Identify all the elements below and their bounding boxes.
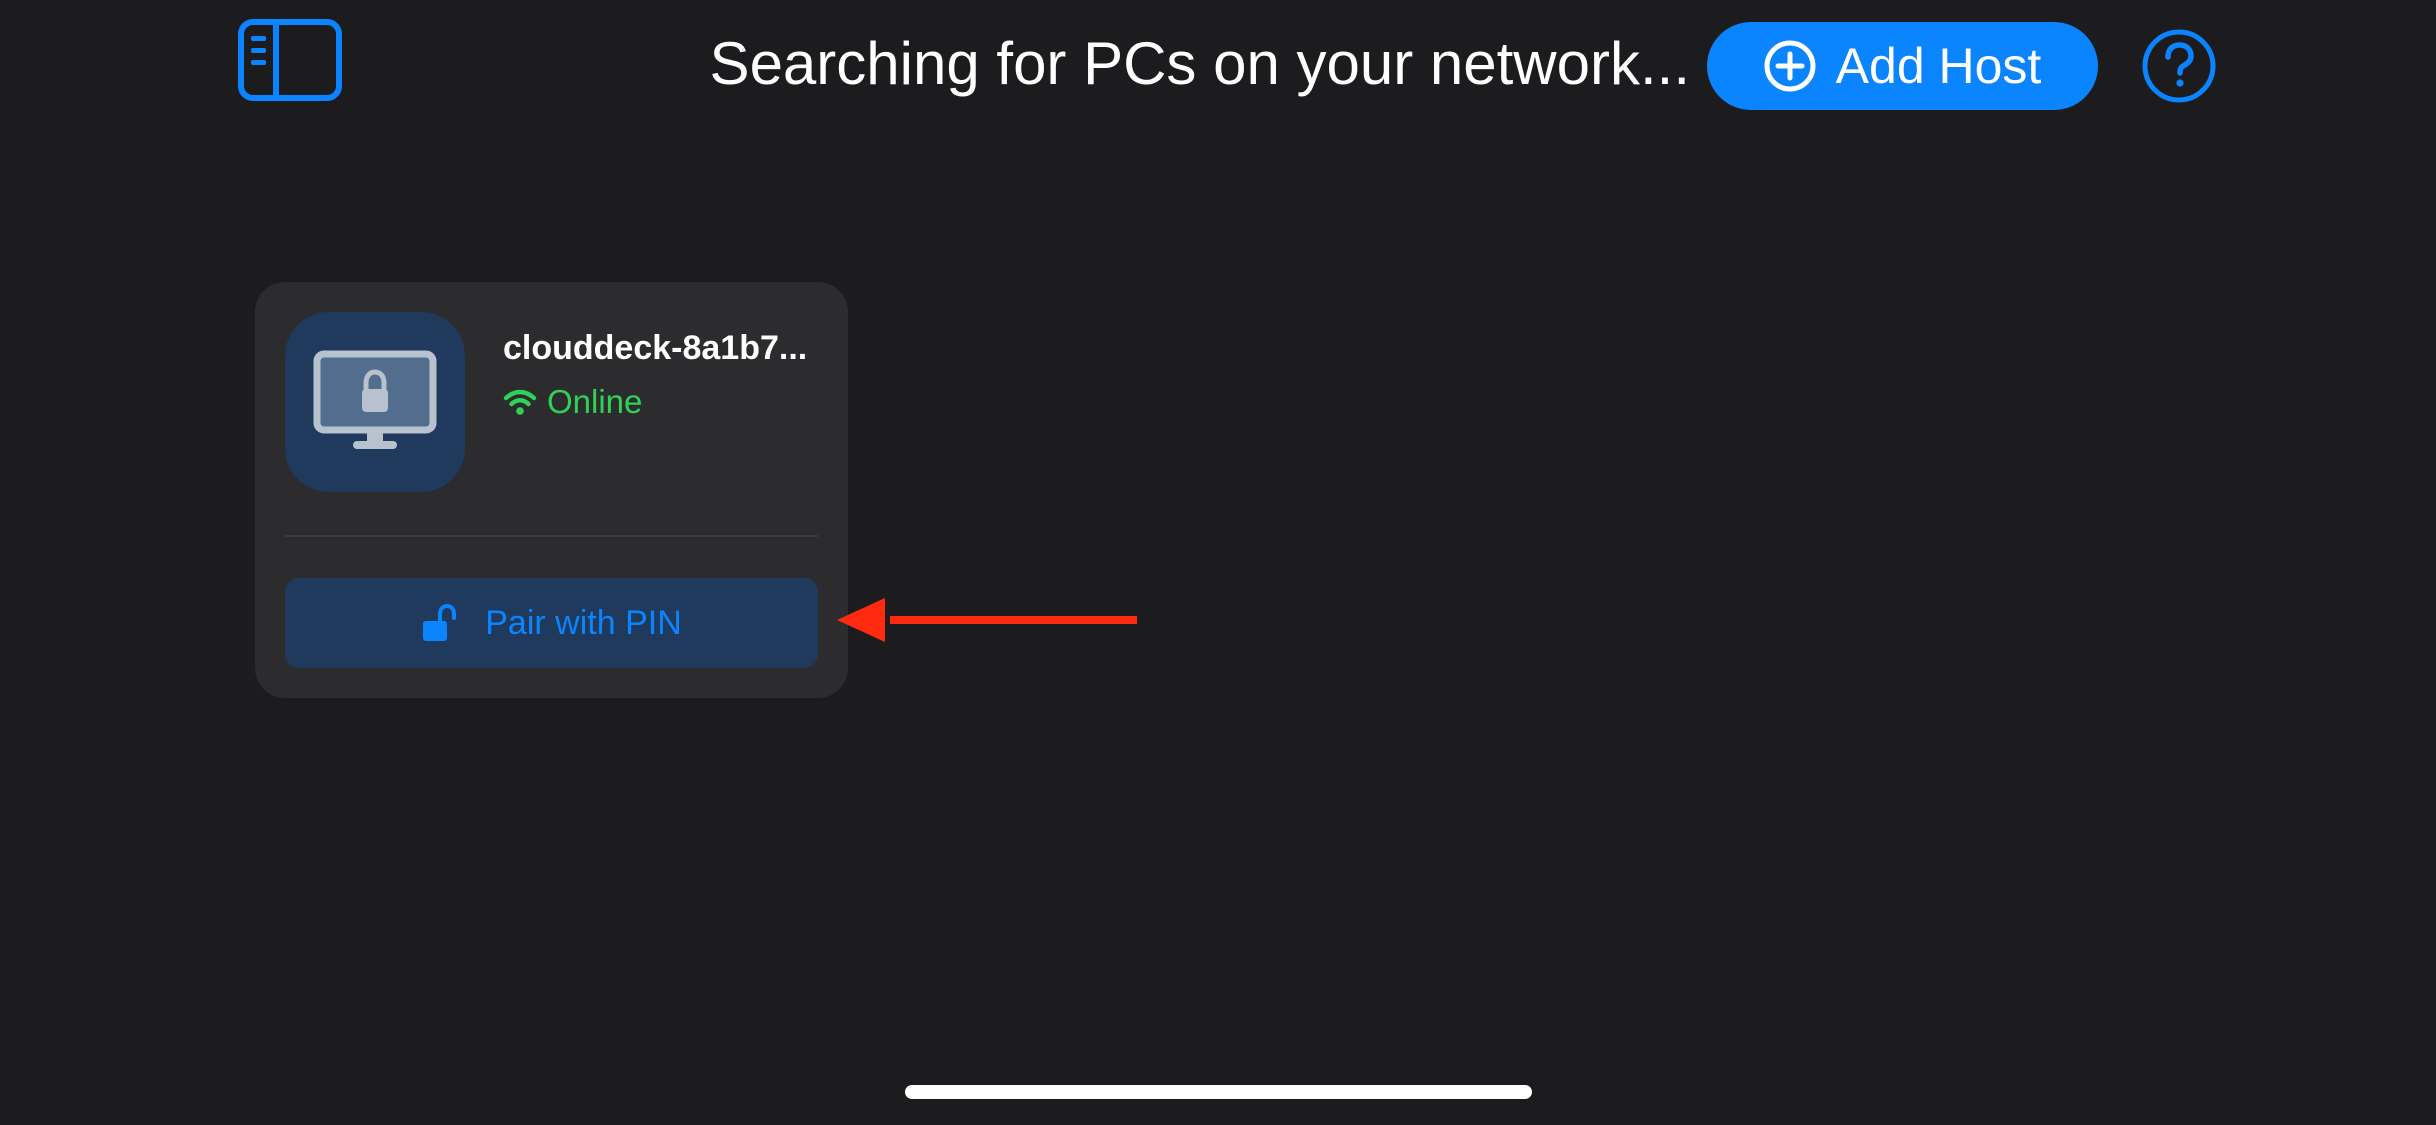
card-divider xyxy=(285,535,818,537)
help-button[interactable] xyxy=(2141,28,2217,104)
app-screen: Searching for PCs on your network... Add… xyxy=(0,0,2436,1125)
sidebar-toggle-icon xyxy=(238,19,342,101)
pair-with-pin-label: Pair with PIN xyxy=(485,604,682,642)
pair-with-pin-button[interactable]: Pair with PIN xyxy=(285,578,818,668)
wifi-icon xyxy=(503,389,537,415)
page-title: Searching for PCs on your network... xyxy=(709,30,1690,97)
host-status: Online xyxy=(503,380,642,424)
question-circle-icon xyxy=(2142,29,2216,103)
add-host-label: Add Host xyxy=(1835,38,2042,94)
add-host-button[interactable]: Add Host xyxy=(1707,22,2098,110)
host-name: clouddeck-8a1b7... xyxy=(503,329,808,367)
locked-monitor-icon xyxy=(313,350,437,449)
unlock-icon xyxy=(423,603,457,641)
sidebar-toggle-button[interactable] xyxy=(238,19,342,101)
home-indicator[interactable] xyxy=(905,1085,1532,1099)
host-card: clouddeck-8a1b7... Online Pair with PIN xyxy=(255,282,848,698)
host-status-label: Online xyxy=(547,383,643,420)
host-icon-tile[interactable] xyxy=(285,312,465,492)
plus-circle-icon xyxy=(1764,40,1816,92)
annotation-arrow xyxy=(837,598,1137,642)
